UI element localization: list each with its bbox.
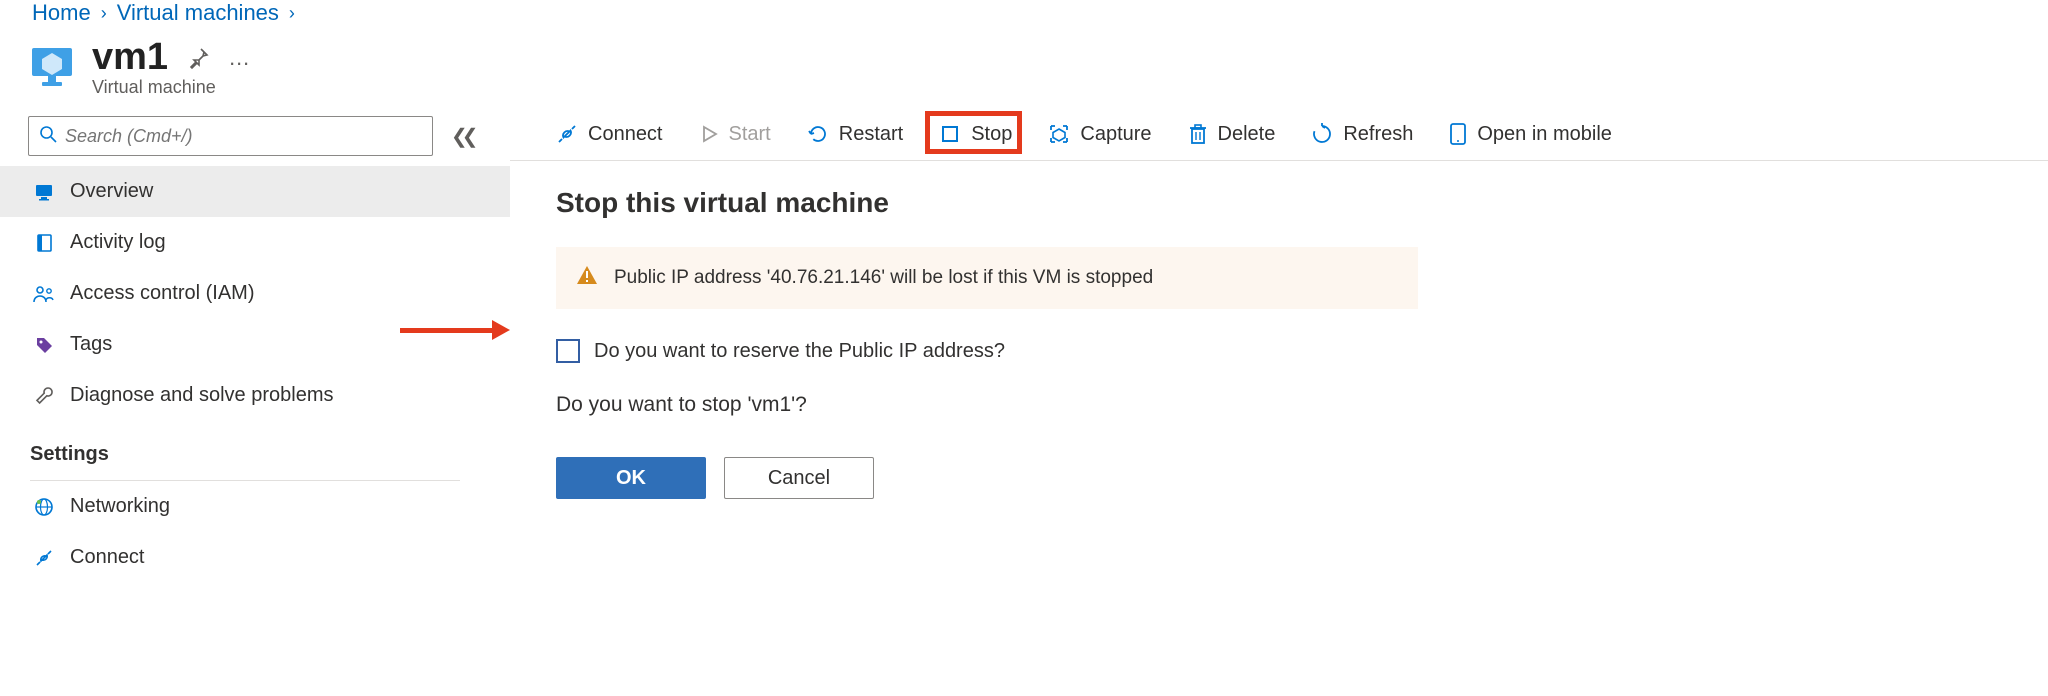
stop-icon: [939, 123, 961, 145]
toolbar-open-in-mobile[interactable]: Open in mobile: [1449, 122, 1612, 146]
cancel-button[interactable]: Cancel: [724, 457, 874, 499]
sidebar: ❮❮ Overview Activity log Access control …: [0, 112, 510, 583]
toolbar-label: Restart: [839, 123, 903, 146]
toolbar-refresh[interactable]: Refresh: [1311, 123, 1413, 146]
refresh-icon: [1311, 123, 1333, 145]
search-icon: [39, 125, 57, 148]
sidebar-item-label: Activity log: [70, 231, 166, 254]
sidebar-item-diagnose[interactable]: Diagnose and solve problems: [0, 370, 510, 421]
toolbar-stop[interactable]: Stop: [939, 123, 1012, 146]
reserve-ip-row[interactable]: Do you want to reserve the Public IP add…: [556, 339, 2048, 363]
arrow-annotation: [400, 320, 510, 340]
warning-banner: Public IP address '40.76.21.146' will be…: [556, 247, 1418, 309]
vm-icon: [28, 43, 76, 91]
collapse-sidebar-button[interactable]: ❮❮: [451, 124, 473, 149]
pin-icon: [186, 46, 210, 70]
pin-button[interactable]: [186, 46, 210, 70]
dialog-title: Stop this virtual machine: [556, 187, 2048, 219]
chevron-right-icon: ›: [101, 3, 107, 24]
sidebar-item-networking[interactable]: Networking: [0, 481, 510, 532]
toolbar-label: Stop: [971, 123, 1012, 146]
arrow-head-icon: [492, 320, 510, 340]
arrow-line: [400, 328, 492, 333]
plug-icon: [556, 123, 578, 145]
breadcrumb-virtual-machines[interactable]: Virtual machines: [117, 0, 279, 26]
toolbar-label: Capture: [1080, 123, 1151, 146]
toolbar-connect[interactable]: Connect: [556, 123, 663, 146]
toolbar-label: Refresh: [1343, 123, 1413, 146]
sidebar-section-settings: Settings: [0, 421, 510, 474]
warning-text: Public IP address '40.76.21.146' will be…: [614, 267, 1153, 289]
sidebar-item-label: Connect: [70, 546, 145, 569]
reserve-ip-label: Do you want to reserve the Public IP add…: [594, 340, 1005, 363]
tag-icon: [32, 335, 56, 355]
sidebar-item-access-control[interactable]: Access control (IAM): [0, 268, 510, 319]
toolbar-capture[interactable]: Capture: [1048, 123, 1151, 146]
ok-button[interactable]: OK: [556, 457, 706, 499]
toolbar-start: Start: [699, 123, 771, 146]
page-title: vm1: [92, 36, 168, 79]
resource-header: vm1 … Virtual machine: [0, 30, 2048, 98]
confirm-text: Do you want to stop 'vm1'?: [556, 393, 2048, 417]
monitor-icon: [32, 182, 56, 202]
breadcrumb-home[interactable]: Home: [32, 0, 91, 26]
toolbar-label: Delete: [1218, 123, 1276, 146]
sidebar-item-overview[interactable]: Overview: [0, 166, 510, 217]
mobile-icon: [1449, 122, 1467, 146]
stop-vm-dialog: Stop this virtual machine Public IP addr…: [510, 161, 2048, 499]
chevron-right-icon: ›: [289, 3, 295, 24]
sidebar-item-connect[interactable]: Connect: [0, 532, 510, 583]
sidebar-item-label: Access control (IAM): [70, 282, 254, 305]
restart-icon: [807, 123, 829, 145]
sidebar-item-label: Overview: [70, 180, 153, 203]
capture-icon: [1048, 123, 1070, 145]
search-input[interactable]: [65, 126, 422, 147]
search-box[interactable]: [28, 116, 433, 156]
globe-icon: [32, 497, 56, 517]
play-icon: [699, 124, 719, 144]
people-icon: [32, 284, 56, 304]
toolbar-label: Connect: [588, 123, 663, 146]
sidebar-item-label: Networking: [70, 495, 170, 518]
warning-icon: [576, 265, 598, 291]
main-panel: Connect Start Restart Stop: [510, 112, 2048, 583]
toolbar-restart[interactable]: Restart: [807, 123, 903, 146]
plug-icon: [32, 548, 56, 568]
breadcrumb: Home › Virtual machines ›: [0, 0, 2048, 30]
more-button[interactable]: …: [228, 45, 250, 71]
toolbar-delete[interactable]: Delete: [1188, 123, 1276, 146]
toolbar-label: Start: [729, 123, 771, 146]
trash-icon: [1188, 123, 1208, 145]
wrench-icon: [32, 386, 56, 406]
resource-type-label: Virtual machine: [92, 77, 250, 98]
sidebar-item-activity-log[interactable]: Activity log: [0, 217, 510, 268]
command-bar: Connect Start Restart Stop: [510, 112, 2048, 161]
reserve-ip-checkbox[interactable]: [556, 339, 580, 363]
toolbar-label: Open in mobile: [1477, 123, 1612, 146]
sidebar-item-label: Diagnose and solve problems: [70, 384, 334, 407]
notebook-icon: [32, 233, 56, 253]
sidebar-item-label: Tags: [70, 333, 112, 356]
